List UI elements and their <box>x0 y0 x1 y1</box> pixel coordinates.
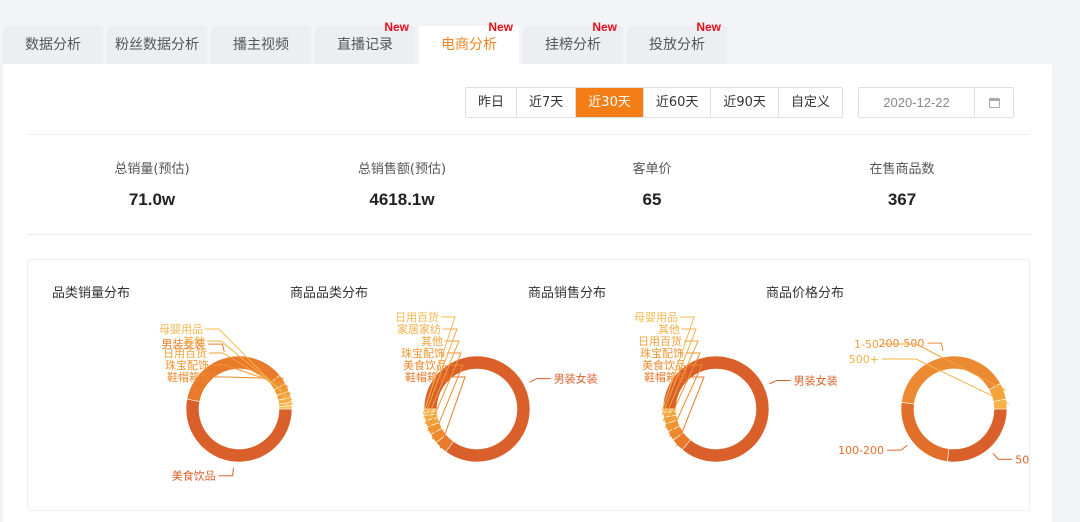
stat-value: 71.0w <box>128 190 176 209</box>
range-7d-button[interactable]: 近7天 <box>517 88 577 117</box>
slice-label: 珠宝配饰 <box>640 346 684 360</box>
charts-card: 品类销量分布 商品品类分布 商品销售分布 商品价格分布 美食饮品 男装女装 鞋帽箱包… <box>27 259 1030 511</box>
stat-value: 367 <box>887 190 917 209</box>
tab-label: 播主视频 <box>233 37 289 53</box>
slice-label: 日用百货 <box>163 346 207 360</box>
tab-label: 投放分析 <box>649 37 705 53</box>
stat-products-on-sale: 在售商品数 367 <box>802 158 1002 210</box>
stat-value: 4618.1w <box>369 190 435 209</box>
label-line <box>769 379 791 385</box>
slice-label: 1-50 <box>854 338 879 351</box>
calendar-icon <box>988 97 1000 108</box>
new-badge: New <box>488 20 513 34</box>
stat-label: 客单价 <box>632 162 672 177</box>
main-panel: 昨日 近7天 近30天 近60天 近90天 自定义 2020-12-22 总销量… <box>3 64 1052 522</box>
date-picker[interactable]: 2020-12-22 <box>858 87 1014 118</box>
tab-bar: 数据分析 粉丝数据分析 播主视频 直播记录 New 电商分析 New 挂榜分析 New… <box>3 20 731 64</box>
label-line <box>218 467 234 477</box>
label-line <box>887 444 908 451</box>
tab-data-analysis[interactable]: 数据分析 <box>3 26 107 64</box>
tab-label: 挂榜分析 <box>545 37 601 53</box>
donut-slice <box>185 398 293 463</box>
range-90d-button[interactable]: 近90天 <box>711 88 779 117</box>
divider <box>27 234 1030 235</box>
stat-avg-order-value: 客单价 65 <box>552 158 752 210</box>
slice-label: 日用百货 <box>395 310 439 324</box>
stat-value: 65 <box>642 190 662 209</box>
tab-label: 数据分析 <box>25 37 81 53</box>
donut-charts: 美食饮品男装女装鞋帽箱包珠宝配饰日用百货其他母婴用品男装女装鞋帽箱包美食饮品珠宝… <box>159 310 1029 483</box>
slice-label: 鞋帽箱包 <box>167 370 211 384</box>
slice-label: 珠宝配饰 <box>165 358 209 372</box>
range-yesterday-button[interactable]: 昨日 <box>466 88 518 117</box>
new-badge: New <box>384 20 409 34</box>
slice-label: 家居家纺 <box>397 322 441 336</box>
tab-ads[interactable]: 投放分析 New <box>627 20 731 64</box>
slice-label: 100-200 <box>838 444 884 457</box>
slice-label: 美食饮品 <box>172 469 216 483</box>
donut-slice <box>900 402 950 462</box>
divider <box>27 134 1030 135</box>
label-line <box>992 452 1013 460</box>
slice-label: 珠宝配饰 <box>401 346 445 360</box>
tab-label: 粉丝数据分析 <box>115 37 199 53</box>
slice-label: 其他 <box>421 335 443 348</box>
slice-label: 母婴用品 <box>159 323 203 336</box>
stat-total-sales: 总销量(预估) 71.0w <box>52 158 252 210</box>
new-badge: New <box>592 20 617 34</box>
slice-label: 鞋帽箱包 <box>644 370 688 384</box>
date-range-selector: 昨日 近7天 近30天 近60天 近90天 自定义 <box>465 87 843 118</box>
tab-ecommerce[interactable]: 电商分析 New <box>419 20 523 64</box>
new-badge: New <box>696 20 721 34</box>
stat-total-revenue: 总销售额(预估) 4618.1w <box>302 158 502 210</box>
slice-label: 男装女装 <box>794 373 838 387</box>
range-60d-button[interactable]: 近60天 <box>644 88 712 117</box>
stat-label: 总销量(预估) <box>114 162 190 177</box>
calendar-button[interactable] <box>975 88 1013 117</box>
slice-label: 其他 <box>658 323 680 336</box>
stat-label: 总销售额(预估) <box>357 162 447 177</box>
donut-slice <box>947 408 1008 463</box>
slice-label: 母婴用品 <box>634 311 678 324</box>
label-line <box>927 342 944 352</box>
slice-label: 日用百货 <box>638 334 682 348</box>
tab-live-records[interactable]: 直播记录 New <box>315 20 419 64</box>
range-custom-button[interactable]: 自定义 <box>779 88 842 117</box>
tab-label: 电商分析 <box>441 37 497 53</box>
tab-label: 直播记录 <box>337 37 393 53</box>
label-line <box>529 378 551 383</box>
slice-label: 500+ <box>849 353 879 366</box>
date-value: 2020-12-22 <box>859 88 975 117</box>
range-30d-button[interactable]: 近30天 <box>576 88 644 117</box>
tab-fans-analysis[interactable]: 粉丝数据分析 <box>107 26 211 64</box>
donut-slice <box>278 405 293 410</box>
tab-videos[interactable]: 播主视频 <box>211 26 315 64</box>
stat-label: 在售商品数 <box>869 162 935 177</box>
slice-label: 男装女装 <box>554 372 598 386</box>
label-line <box>208 343 225 352</box>
slice-label: 50-100 <box>1015 453 1029 466</box>
slice-label: 其他 <box>183 335 205 348</box>
tab-ranking[interactable]: 挂榜分析 New <box>523 20 627 64</box>
